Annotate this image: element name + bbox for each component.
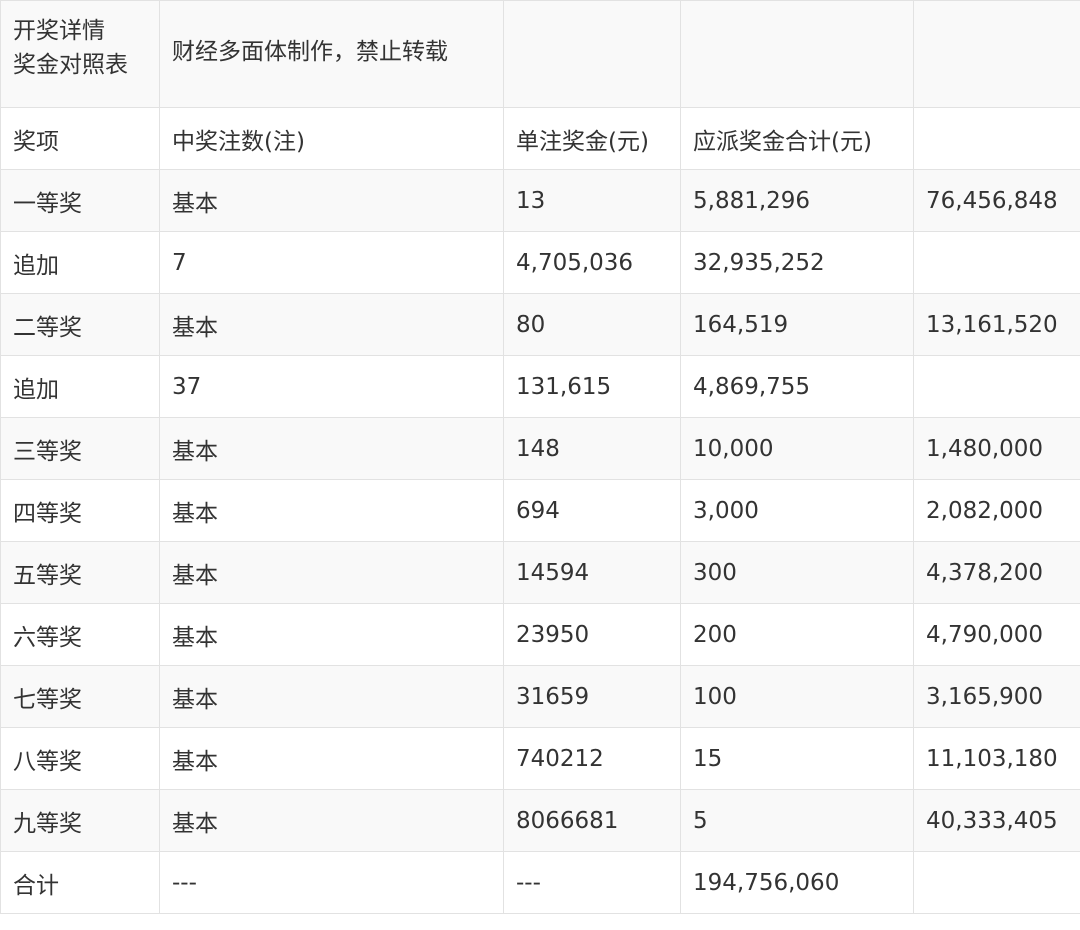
total-payout-cell: 200 <box>680 603 914 666</box>
winners-cell: 基本 <box>159 665 504 728</box>
unit-prize-cell: 13 <box>503 169 681 232</box>
combined-total-cell: 11,103,180 <box>913 727 1080 790</box>
prize-name-cell: 七等奖 <box>0 665 160 728</box>
prize-name-cell: 三等奖 <box>0 417 160 480</box>
column-header-row: 奖项 中奖注数(注) 单注奖金(元) 应派奖金合计(元) <box>0 107 1080 170</box>
column-header-unit-prize: 单注奖金(元) <box>503 107 681 170</box>
combined-total-cell <box>913 851 1080 914</box>
prize-name-cell: 六等奖 <box>0 603 160 666</box>
winners-cell: --- <box>159 851 504 914</box>
table-title-line-1: 开奖详情 <box>13 18 105 44</box>
total-payout-cell: 194,756,060 <box>680 851 914 914</box>
column-header-extra <box>913 107 1080 170</box>
prize-name-cell: 九等奖 <box>0 789 160 852</box>
total-payout-cell: 3,000 <box>680 479 914 542</box>
unit-prize-cell: 694 <box>503 479 681 542</box>
total-payout-cell: 10,000 <box>680 417 914 480</box>
table-title-row: 开奖详情 奖金对照表 财经多面体制作，禁止转载 <box>0 0 1080 108</box>
column-header-total: 应派奖金合计(元) <box>680 107 914 170</box>
unit-prize-cell: 14594 <box>503 541 681 604</box>
unit-prize-cell: 80 <box>503 293 681 356</box>
unit-prize-cell: --- <box>503 851 681 914</box>
unit-prize-cell: 8066681 <box>503 789 681 852</box>
total-payout-cell: 32,935,252 <box>680 231 914 294</box>
winners-cell: 基本 <box>159 479 504 542</box>
table-row: 追加 37 131,615 4,869,755 <box>0 355 1080 418</box>
combined-total-cell: 76,456,848 <box>913 169 1080 232</box>
total-payout-cell: 15 <box>680 727 914 790</box>
winners-cell: 基本 <box>159 727 504 790</box>
total-payout-cell: 164,519 <box>680 293 914 356</box>
prize-table: 开奖详情 奖金对照表 财经多面体制作，禁止转载 奖项 中奖注数(注) 单注奖金(… <box>0 0 1080 914</box>
combined-total-cell: 40,333,405 <box>913 789 1080 852</box>
table-title-cell: 开奖详情 奖金对照表 <box>0 0 160 108</box>
winners-cell: 基本 <box>159 789 504 852</box>
prize-name-cell: 五等奖 <box>0 541 160 604</box>
combined-total-cell: 4,790,000 <box>913 603 1080 666</box>
total-payout-cell: 100 <box>680 665 914 728</box>
table-row: 合计 --- --- 194,756,060 <box>0 851 1080 914</box>
winners-cell: 基本 <box>159 417 504 480</box>
combined-total-cell: 4,378,200 <box>913 541 1080 604</box>
table-title-line-2: 奖金对照表 <box>13 52 128 78</box>
winners-cell: 7 <box>159 231 504 294</box>
total-payout-cell: 4,869,755 <box>680 355 914 418</box>
total-payout-cell: 5 <box>680 789 914 852</box>
source-note: 财经多面体制作，禁止转载 <box>159 0 504 108</box>
combined-total-cell: 2,082,000 <box>913 479 1080 542</box>
combined-total-cell <box>913 355 1080 418</box>
empty-cell <box>913 0 1080 108</box>
total-payout-cell: 5,881,296 <box>680 169 914 232</box>
prize-name-cell: 追加 <box>0 355 160 418</box>
winners-cell: 37 <box>159 355 504 418</box>
combined-total-cell: 13,161,520 <box>913 293 1080 356</box>
prize-name-cell: 合计 <box>0 851 160 914</box>
combined-total-cell: 1,480,000 <box>913 417 1080 480</box>
empty-cell <box>503 0 681 108</box>
table-row: 四等奖 基本 694 3,000 2,082,000 <box>0 479 1080 542</box>
unit-prize-cell: 23950 <box>503 603 681 666</box>
prize-name-cell: 追加 <box>0 231 160 294</box>
table-row: 二等奖 基本 80 164,519 13,161,520 <box>0 293 1080 356</box>
unit-prize-cell: 148 <box>503 417 681 480</box>
empty-cell <box>680 0 914 108</box>
table-row: 八等奖 基本 740212 15 11,103,180 <box>0 727 1080 790</box>
combined-total-cell <box>913 231 1080 294</box>
unit-prize-cell: 740212 <box>503 727 681 790</box>
unit-prize-cell: 31659 <box>503 665 681 728</box>
winners-cell: 基本 <box>159 293 504 356</box>
table-row: 九等奖 基本 8066681 5 40,333,405 <box>0 789 1080 852</box>
table-row: 追加 7 4,705,036 32,935,252 <box>0 231 1080 294</box>
prize-name-cell: 四等奖 <box>0 479 160 542</box>
total-payout-cell: 300 <box>680 541 914 604</box>
winners-cell: 基本 <box>159 169 504 232</box>
combined-total-cell: 3,165,900 <box>913 665 1080 728</box>
column-header-winners: 中奖注数(注) <box>159 107 504 170</box>
prize-name-cell: 一等奖 <box>0 169 160 232</box>
winners-cell: 基本 <box>159 541 504 604</box>
prize-name-cell: 二等奖 <box>0 293 160 356</box>
winners-cell: 基本 <box>159 603 504 666</box>
unit-prize-cell: 131,615 <box>503 355 681 418</box>
table-row: 七等奖 基本 31659 100 3,165,900 <box>0 665 1080 728</box>
table-row: 六等奖 基本 23950 200 4,790,000 <box>0 603 1080 666</box>
unit-prize-cell: 4,705,036 <box>503 231 681 294</box>
column-header-prize: 奖项 <box>0 107 160 170</box>
table-row: 一等奖 基本 13 5,881,296 76,456,848 <box>0 169 1080 232</box>
table-row: 五等奖 基本 14594 300 4,378,200 <box>0 541 1080 604</box>
table-row: 三等奖 基本 148 10,000 1,480,000 <box>0 417 1080 480</box>
prize-name-cell: 八等奖 <box>0 727 160 790</box>
